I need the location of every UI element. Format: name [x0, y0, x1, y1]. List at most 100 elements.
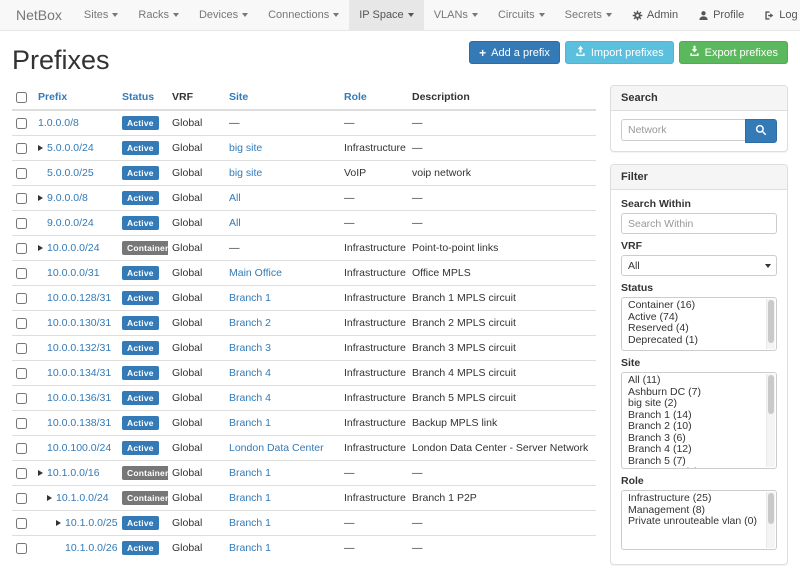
row-checkbox[interactable] — [16, 443, 27, 454]
add-prefix-button[interactable]: + Add a prefix — [469, 41, 560, 64]
listbox-option[interactable]: Branch 1 (14) — [622, 410, 764, 422]
scrollbar[interactable] — [766, 374, 775, 467]
site-link[interactable]: Branch 3 — [229, 342, 271, 354]
row-checkbox[interactable] — [16, 218, 27, 229]
role-listbox[interactable]: Infrastructure (25)Management (8)Private… — [621, 490, 777, 550]
column-header-prefix[interactable]: Prefix — [34, 85, 118, 110]
site-link[interactable]: Branch 1 — [229, 542, 271, 554]
listbox-option[interactable]: COLO-1-24 (3) — [622, 467, 764, 469]
select-all-checkbox[interactable] — [16, 92, 27, 103]
nav-item-secrets[interactable]: Secrets — [555, 0, 622, 30]
column-header-role[interactable]: Role — [340, 85, 408, 110]
site-link[interactable]: London Data Center — [229, 442, 324, 454]
site-link[interactable]: Branch 1 — [229, 517, 271, 529]
site-link[interactable]: Branch 1 — [229, 467, 271, 479]
prefix-link[interactable]: 9.0.0.0/8 — [47, 192, 88, 204]
row-checkbox[interactable] — [16, 293, 27, 304]
listbox-option[interactable]: Reserved (4) — [622, 323, 764, 335]
row-checkbox[interactable] — [16, 343, 27, 354]
listbox-option[interactable]: Ashburn DC (7) — [622, 387, 764, 399]
listbox-option[interactable]: Deprecated (1) — [622, 335, 764, 347]
brand-netbox[interactable]: NetBox — [8, 0, 74, 30]
listbox-option[interactable]: Infrastructure (25) — [622, 493, 764, 505]
prefix-link[interactable]: 10.0.0.132/31 — [47, 342, 111, 354]
site-listbox[interactable]: All (11)Ashburn DC (7)big site (2)Branch… — [621, 372, 777, 469]
site-link[interactable]: All — [229, 192, 241, 204]
status-listbox[interactable]: Container (16)Active (74)Reserved (4)Dep… — [621, 297, 777, 351]
prefix-link[interactable]: 10.0.0.134/31 — [47, 367, 111, 379]
prefix-link[interactable]: 10.1.0.0/16 — [47, 467, 100, 479]
site-link[interactable]: Branch 2 — [229, 317, 271, 329]
site-link[interactable]: big site — [229, 167, 262, 179]
listbox-option[interactable]: Branch 2 (10) — [622, 421, 764, 433]
search-input[interactable] — [621, 119, 745, 141]
row-checkbox[interactable] — [16, 118, 27, 129]
prefix-link[interactable]: 5.0.0.0/25 — [47, 167, 94, 179]
site-link[interactable]: Main Office — [229, 267, 282, 279]
row-checkbox[interactable] — [16, 518, 27, 529]
nav-item-profile[interactable]: Profile — [688, 0, 754, 30]
nav-item-ip-space[interactable]: IP Space — [349, 0, 423, 30]
row-checkbox[interactable] — [16, 368, 27, 379]
site-link[interactable]: All — [229, 217, 241, 229]
prefix-link[interactable]: 10.0.0.130/31 — [47, 317, 111, 329]
import-prefixes-button[interactable]: Import prefixes — [565, 41, 674, 64]
nav-item-racks[interactable]: Racks — [128, 0, 189, 30]
listbox-option[interactable]: Branch 5 (7) — [622, 456, 764, 468]
column-header-status[interactable]: Status — [118, 85, 168, 110]
site-link[interactable]: Branch 1 — [229, 292, 271, 304]
scrollbar[interactable] — [766, 299, 775, 349]
site-link[interactable]: Branch 4 — [229, 392, 271, 404]
row-checkbox[interactable] — [16, 318, 27, 329]
listbox-option[interactable]: big site (2) — [622, 398, 764, 410]
row-checkbox[interactable] — [16, 193, 27, 204]
prefix-link[interactable]: 10.0.0.0/31 — [47, 267, 100, 279]
prefix-link[interactable]: 5.0.0.0/24 — [47, 142, 94, 154]
prefix-link[interactable]: 10.1.0.0/26 — [65, 542, 118, 554]
prefix-link[interactable]: 10.0.0.0/24 — [47, 242, 100, 254]
nav-item-admin[interactable]: Admin — [622, 0, 688, 30]
listbox-option[interactable]: Active (74) — [622, 312, 764, 324]
search-within-input[interactable] — [621, 213, 777, 234]
nav-item-sites[interactable]: Sites — [74, 0, 128, 30]
role-value: Infrastructure — [340, 136, 408, 161]
listbox-option[interactable]: Container (16) — [622, 300, 764, 312]
prefix-link[interactable]: 10.1.0.0/25 — [65, 517, 118, 529]
scrollbar[interactable] — [766, 492, 775, 548]
row-checkbox[interactable] — [16, 418, 27, 429]
listbox-option[interactable]: Branch 3 (6) — [622, 433, 764, 445]
nav-item-vlans[interactable]: VLANs — [424, 0, 488, 30]
prefix-link[interactable]: 9.0.0.0/24 — [47, 217, 94, 229]
nav-item-logout[interactable]: Log out — [754, 0, 800, 30]
listbox-option[interactable]: Private unrouteable vlan (0) — [622, 516, 764, 528]
nav-item-devices[interactable]: Devices — [189, 0, 258, 30]
prefix-link[interactable]: 1.0.0.0/8 — [38, 117, 79, 129]
row-checkbox[interactable] — [16, 143, 27, 154]
site-link[interactable]: Branch 1 — [229, 492, 271, 504]
row-checkbox[interactable] — [16, 393, 27, 404]
listbox-option[interactable]: Branch 4 (12) — [622, 444, 764, 456]
search-button[interactable] — [745, 119, 777, 143]
nav-item-circuits[interactable]: Circuits — [488, 0, 555, 30]
prefix-link[interactable]: 10.1.0.0/24 — [56, 492, 109, 504]
row-checkbox[interactable] — [16, 543, 27, 554]
listbox-option[interactable]: All (11) — [622, 375, 764, 387]
prefix-link[interactable]: 10.0.0.136/31 — [47, 392, 111, 404]
prefix-link[interactable]: 10.0.0.138/31 — [47, 417, 111, 429]
prefix-table-container: Prefix Status VRF Site Role Description … — [12, 85, 596, 560]
row-checkbox[interactable] — [16, 493, 27, 504]
column-header-site[interactable]: Site — [225, 85, 340, 110]
site-link[interactable]: Branch 1 — [229, 417, 271, 429]
row-checkbox[interactable] — [16, 243, 27, 254]
site-link[interactable]: big site — [229, 142, 262, 154]
prefix-link[interactable]: 10.0.100.0/24 — [47, 442, 111, 454]
row-checkbox[interactable] — [16, 468, 27, 479]
export-prefixes-button[interactable]: Export prefixes — [679, 41, 788, 64]
vrf-select[interactable]: All — [621, 255, 777, 276]
row-checkbox[interactable] — [16, 268, 27, 279]
nav-item-connections[interactable]: Connections — [258, 0, 349, 30]
prefix-link[interactable]: 10.0.0.128/31 — [47, 292, 111, 304]
site-link[interactable]: Branch 4 — [229, 367, 271, 379]
row-checkbox[interactable] — [16, 168, 27, 179]
listbox-option[interactable]: Management (8) — [622, 505, 764, 517]
